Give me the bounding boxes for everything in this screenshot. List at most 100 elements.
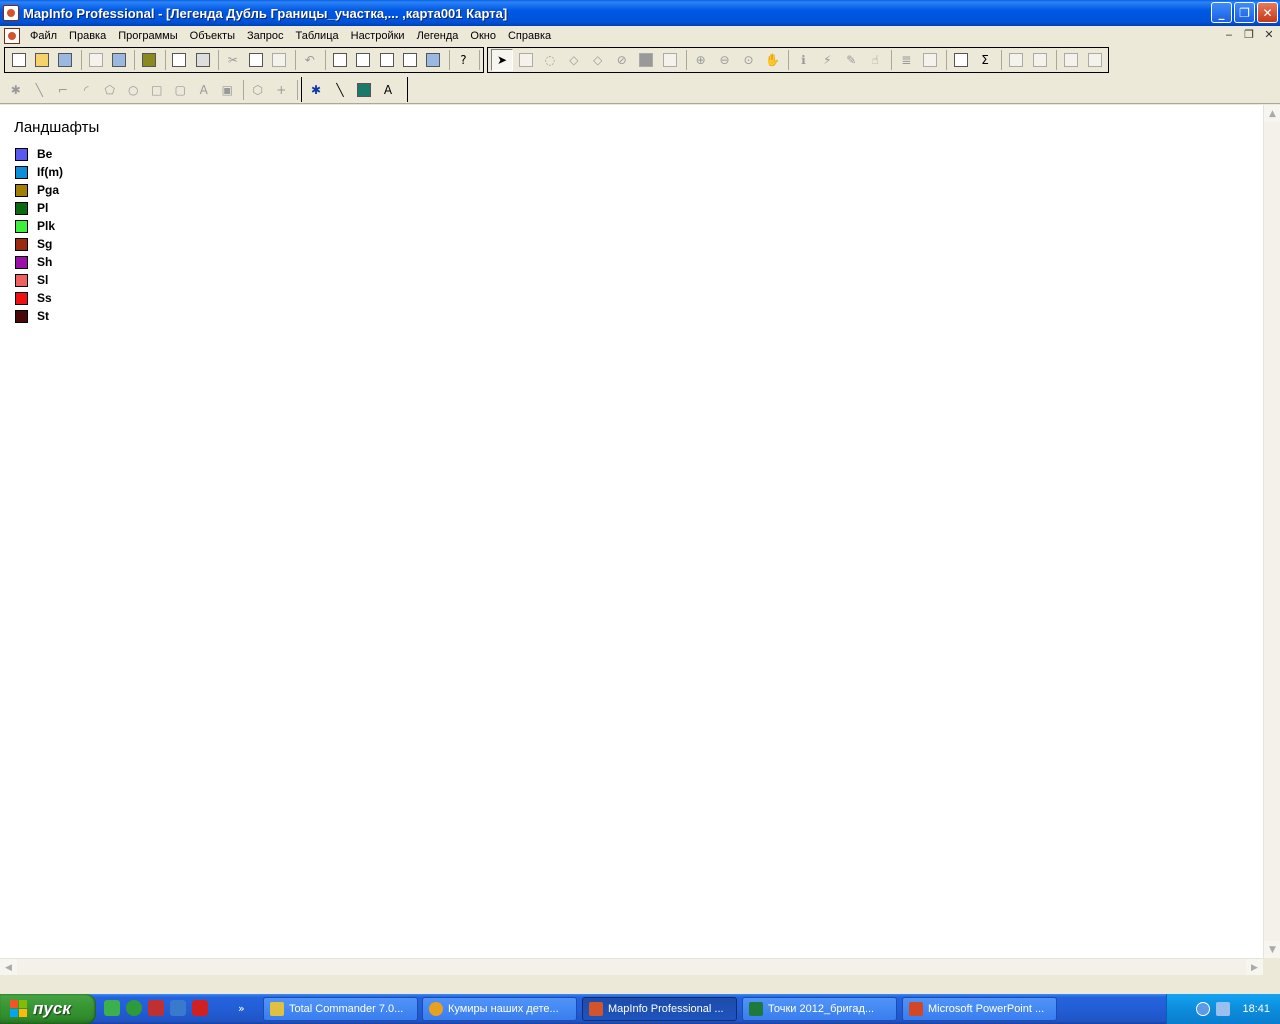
task-button-total-commander[interactable]: Total Commander 7.0... [263,997,418,1021]
symbol-tool-icon[interactable]: ✱ [5,79,27,101]
minimize-button[interactable]: _ [1211,2,1232,23]
start-label: пуск [33,999,71,1018]
save-icon[interactable] [85,49,106,71]
menu-table[interactable]: Таблица [289,30,344,42]
graph-select-icon[interactable] [659,49,681,71]
utorrent-icon[interactable] [126,1000,142,1016]
invert-selection-icon[interactable] [635,49,657,71]
frame-tool-icon[interactable]: ▣ [217,79,239,101]
close-button[interactable]: ✕ [1257,2,1278,23]
legend-window[interactable]: Ландшафты Be If(m) Pga Pl Plk Sg Sh Sl Ss St ▲ ▼ … [0,105,1280,976]
show-legend-icon[interactable] [950,49,972,71]
line-style-icon[interactable]: ╲ [329,79,351,101]
quick-launch-more-icon[interactable]: » [238,1002,245,1015]
zoom-in-icon[interactable]: ⊕ [690,49,712,71]
task-button-powerpoint[interactable]: Microsoft PowerPoint ... [902,997,1057,1021]
undo-icon[interactable]: ↶ [299,49,320,71]
quick-launch-icon[interactable] [170,1000,186,1016]
new-layout-icon[interactable] [399,49,420,71]
document-icon[interactable] [4,27,20,44]
boundary-select-icon[interactable]: ◇ [587,49,609,71]
drag-window-icon[interactable] [1084,49,1106,71]
mdi-restore-button[interactable]: ❐ [1242,28,1256,41]
menu-options[interactable]: Настройки [345,30,411,42]
select-arrow-icon[interactable]: ➤ [491,49,513,71]
add-node-tool-icon[interactable]: + [270,79,292,101]
menu-query[interactable]: Запрос [241,30,289,42]
polygon-tool-icon[interactable]: ⬠ [99,79,121,101]
menu-help[interactable]: Справка [502,30,557,42]
menu-edit[interactable]: Правка [63,30,112,42]
radius-select-icon[interactable]: ◌ [539,49,561,71]
polygon-select-icon[interactable]: ◇ [563,49,585,71]
horizontal-scrollbar[interactable]: ◀ ▶ [0,958,1263,976]
new-redistrict-icon[interactable] [423,49,444,71]
polyline-tool-icon[interactable]: ⌐ [52,79,74,101]
text-style-icon[interactable]: A [377,79,399,101]
rectangle-tool-icon[interactable]: □ [146,79,168,101]
hotlink-icon[interactable]: ⚡ [816,49,838,71]
mdi-close-button[interactable]: ✕ [1262,28,1276,41]
copy-icon[interactable] [246,49,267,71]
change-view-icon[interactable]: ⊙ [738,49,760,71]
network-icon[interactable] [1216,1002,1231,1016]
drag-map-icon[interactable]: ☝ [864,49,886,71]
assign-selected-icon[interactable] [1029,49,1051,71]
label-tool-icon[interactable]: ✎ [840,49,862,71]
task-label: MapInfo Professional ... [608,1003,724,1015]
zoom-out-icon[interactable]: ⊖ [714,49,736,71]
new-icon[interactable] [8,49,29,71]
quick-launch-icon[interactable] [104,1000,120,1016]
scroll-right-icon[interactable]: ▶ [1246,959,1263,976]
show-hidden-icons-icon[interactable] [1196,1002,1211,1016]
ellipse-tool-icon[interactable]: ○ [123,79,145,101]
scroll-up-icon[interactable]: ▲ [1264,105,1280,122]
menu-tools[interactable]: Программы [112,30,183,42]
marquee-select-icon[interactable] [515,49,537,71]
task-button-chrome[interactable]: Кумиры наших дете... [422,997,577,1021]
text-tool-icon[interactable]: A [193,79,215,101]
start-button[interactable]: пуск [0,994,96,1024]
region-style-icon[interactable] [353,79,375,101]
mdi-minimize-button[interactable]: ‒ [1222,28,1236,41]
open-icon[interactable] [31,49,52,71]
task-button-excel[interactable]: Точки 2012_бригад... [742,997,897,1021]
help-pointer-icon[interactable]: ? [453,49,474,71]
menu-window[interactable]: Окно [464,30,502,42]
ruler-icon[interactable] [919,49,941,71]
unselect-all-icon[interactable]: ⊘ [611,49,633,71]
save-workspace-icon[interactable] [108,49,129,71]
rounded-rectangle-tool-icon[interactable]: ▢ [170,79,192,101]
open-dbms-icon[interactable] [138,49,159,71]
arc-tool-icon[interactable]: ◜ [76,79,98,101]
paste-icon[interactable] [269,49,290,71]
scroll-down-icon[interactable]: ▼ [1264,941,1280,958]
symbol-style-icon[interactable]: ✱ [305,79,327,101]
new-mapper-icon[interactable] [353,49,374,71]
clip-region-icon[interactable] [1060,49,1082,71]
open-workspace-icon[interactable] [55,49,76,71]
cut-icon[interactable]: ✂ [222,49,243,71]
layer-control-icon[interactable]: ≣ [895,49,917,71]
new-grapher-icon[interactable] [376,49,397,71]
quick-launch-icon[interactable] [148,1000,164,1016]
vertical-scrollbar[interactable]: ▲ ▼ [1263,105,1280,958]
scroll-left-icon[interactable]: ◀ [0,959,17,976]
print-preview-icon[interactable] [169,49,190,71]
menu-objects[interactable]: Объекты [184,30,241,42]
set-target-icon[interactable] [1005,49,1027,71]
new-browser-icon[interactable] [329,49,350,71]
toolbar-separator [1001,50,1003,70]
reshape-tool-icon[interactable]: ⬡ [247,79,269,101]
restore-button[interactable]: ❐ [1234,2,1255,23]
acrobat-icon[interactable] [192,1000,208,1016]
info-tool-icon[interactable]: ℹ [792,49,814,71]
line-tool-icon[interactable]: ╲ [29,79,51,101]
print-icon[interactable] [192,49,213,71]
grabber-hand-icon[interactable]: ✋ [761,49,783,71]
mapinfo-app-icon[interactable] [3,5,19,21]
menu-file[interactable]: Файл [24,30,63,42]
menu-legend[interactable]: Легенда [411,30,465,42]
statistics-icon[interactable]: Σ [974,49,996,71]
task-button-mapinfo[interactable]: MapInfo Professional ... [582,997,737,1021]
